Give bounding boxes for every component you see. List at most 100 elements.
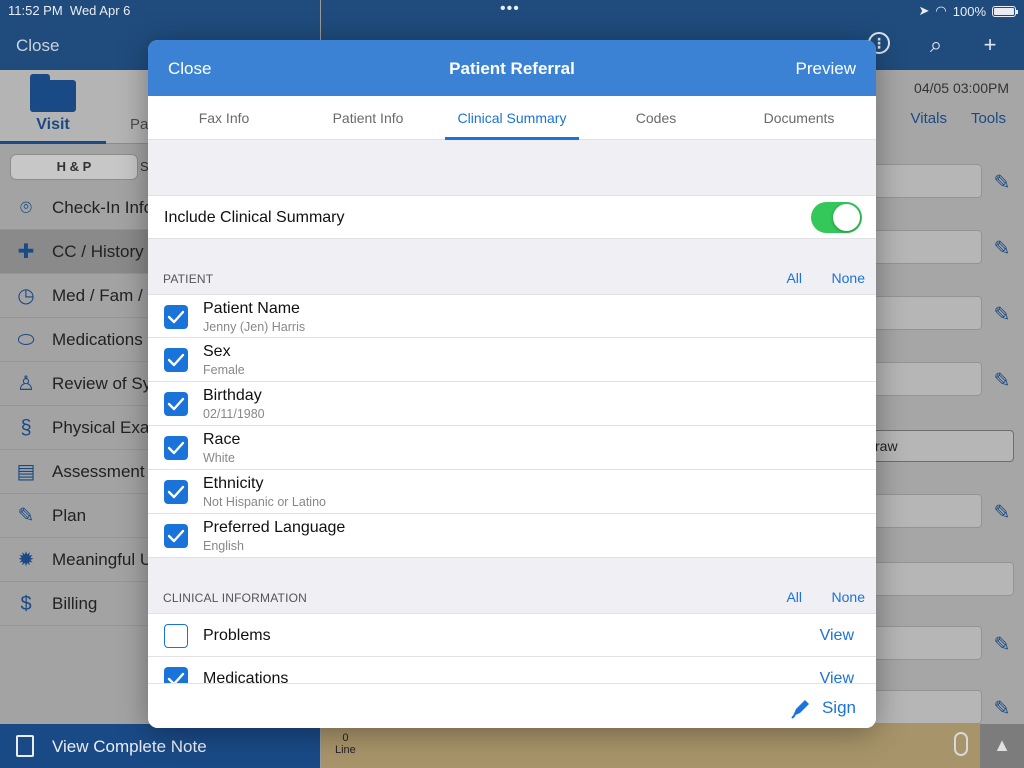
view-link[interactable]: View bbox=[820, 670, 854, 683]
tab-patient-info[interactable]: Patient Info bbox=[301, 96, 435, 140]
include-clinical-summary-row: Include Clinical Summary bbox=[148, 195, 876, 239]
mu-badge-icon: ✹ bbox=[17, 549, 35, 571]
checkbox-checked[interactable] bbox=[164, 305, 188, 329]
note-field[interactable] bbox=[860, 562, 1014, 596]
segment-hp[interactable]: H & P bbox=[10, 154, 138, 180]
pill-icon: ⬭ bbox=[17, 329, 35, 351]
document-icon bbox=[16, 735, 34, 757]
field-name: Preferred Language bbox=[203, 519, 346, 536]
nav-item-label: Review of Sy bbox=[52, 374, 152, 393]
field-name: Race bbox=[203, 431, 241, 448]
pen-icon: ✎ bbox=[17, 505, 35, 527]
pencil-icon[interactable]: ✎ bbox=[990, 236, 1014, 260]
clinical-select-none-button[interactable]: None bbox=[832, 589, 865, 605]
patient-field-row[interactable]: Patient Name Jenny (Jen) Harris bbox=[148, 294, 876, 338]
tab-documents[interactable]: Documents bbox=[732, 96, 866, 140]
pencil-icon[interactable]: ✎ bbox=[990, 368, 1014, 392]
location-icon: ➤ bbox=[918, 3, 930, 18]
checkbox-checked[interactable] bbox=[164, 392, 188, 416]
nav-item-label: Plan bbox=[52, 506, 87, 525]
pencil-icon[interactable]: ✎ bbox=[990, 302, 1014, 326]
add-icon[interactable]: + bbox=[976, 32, 1004, 58]
section-title: CLINICAL INFORMATION bbox=[163, 591, 308, 605]
checkbox-checked[interactable] bbox=[164, 348, 188, 372]
patient-field-row[interactable]: Sex Female bbox=[148, 338, 876, 382]
sign-button[interactable]: Sign bbox=[790, 697, 856, 719]
tab-patient[interactable]: Pa bbox=[130, 116, 148, 133]
patient-field-row[interactable]: Ethnicity Not Hispanic or Latino bbox=[148, 470, 876, 514]
checkbox-checked[interactable] bbox=[164, 436, 188, 460]
vitals-link[interactable]: Vitals bbox=[911, 110, 947, 127]
battery-icon bbox=[992, 5, 1018, 17]
field-value: Female bbox=[203, 363, 245, 377]
bg-close-button[interactable]: Close bbox=[16, 36, 59, 56]
patient-select-all-button[interactable]: All bbox=[786, 270, 802, 286]
patient-field-row[interactable]: Birthday 02/11/1980 bbox=[148, 382, 876, 426]
pencil-icon[interactable]: ✎ bbox=[990, 632, 1014, 656]
note-field[interactable] bbox=[862, 164, 982, 198]
clinical-select-all-button[interactable]: All bbox=[786, 589, 802, 605]
field-name: Ethnicity bbox=[203, 475, 264, 492]
dictation-bar: 0 Line ▲ bbox=[321, 724, 1024, 768]
note-field[interactable] bbox=[862, 494, 982, 528]
nav-item-label: Assessment bbox=[52, 462, 145, 481]
modal-header: Close Patient Referral Preview bbox=[148, 40, 876, 96]
field-value: White bbox=[203, 451, 235, 465]
pencil-icon[interactable]: ✎ bbox=[990, 170, 1014, 194]
nav-item-label: Check-In Info bbox=[52, 198, 154, 217]
dollar-icon: $ bbox=[20, 593, 32, 615]
preview-button[interactable]: Preview bbox=[796, 59, 856, 79]
tools-link[interactable]: Tools bbox=[971, 110, 1006, 127]
tab-fax-info[interactable]: Fax Info bbox=[157, 96, 291, 140]
clinical-item-row[interactable]: Medications View bbox=[148, 657, 876, 683]
wifi-icon: ◠ bbox=[935, 3, 947, 18]
patient-select-none-button[interactable]: None bbox=[832, 270, 865, 286]
checkbox-unchecked[interactable] bbox=[164, 624, 188, 648]
note-field[interactable] bbox=[862, 626, 982, 660]
patient-field-row[interactable]: Preferred Language English bbox=[148, 514, 876, 558]
line-count: 0 bbox=[342, 732, 349, 744]
field-name: Patient Name bbox=[203, 300, 300, 317]
draw-button[interactable]: raw bbox=[854, 430, 1014, 462]
status-time: 11:52 PM bbox=[8, 3, 63, 18]
tab-codes[interactable]: Codes bbox=[589, 96, 723, 140]
search-icon[interactable]: ⌕ bbox=[922, 32, 950, 58]
field-value: Jenny (Jen) Harris bbox=[203, 320, 306, 334]
checkbox-checked[interactable] bbox=[164, 667, 188, 683]
nav-item-label: Med / Fam / S bbox=[52, 286, 159, 305]
checkbox-checked[interactable] bbox=[164, 480, 188, 504]
field-value: Not Hispanic or Latino bbox=[203, 495, 326, 509]
note-field[interactable] bbox=[862, 296, 982, 330]
modal-body[interactable]: Include Clinical Summary PATIENT All Non… bbox=[148, 140, 876, 683]
nav-item-label: Billing bbox=[52, 594, 98, 613]
field-name: Sex bbox=[203, 343, 231, 360]
field-value: English bbox=[203, 539, 244, 553]
view-complete-note-button[interactable]: View Complete Note bbox=[0, 724, 320, 768]
modal-tabs: Fax Info Patient Info Clinical Summary C… bbox=[148, 96, 876, 140]
patient-section-header: PATIENT All None bbox=[148, 239, 876, 294]
view-link[interactable]: View bbox=[820, 627, 854, 645]
multitask-dots-icon[interactable]: ••• bbox=[500, 0, 520, 18]
location-pin-icon: ⌾ bbox=[20, 197, 32, 219]
clinical-item-row[interactable]: Problems View bbox=[148, 613, 876, 657]
checkbox-checked[interactable] bbox=[164, 524, 188, 548]
note-field[interactable] bbox=[862, 230, 982, 264]
field-value: 02/11/1980 bbox=[203, 407, 265, 421]
expand-up-icon[interactable]: ▲ bbox=[980, 724, 1024, 768]
stethoscope-icon: § bbox=[20, 417, 32, 439]
include-clinical-summary-toggle[interactable] bbox=[811, 202, 862, 233]
modal-title: Patient Referral bbox=[449, 59, 575, 78]
note-field[interactable] bbox=[862, 690, 982, 724]
pencil-icon[interactable]: ✎ bbox=[990, 696, 1014, 720]
patient-field-row[interactable]: Race White bbox=[148, 426, 876, 470]
include-clinical-summary-label: Include Clinical Summary bbox=[164, 209, 345, 226]
line-label: Line bbox=[335, 744, 356, 756]
microphone-icon[interactable] bbox=[954, 732, 968, 756]
pencil-icon[interactable]: ✎ bbox=[990, 500, 1014, 524]
tab-clinical-summary[interactable]: Clinical Summary bbox=[445, 96, 579, 140]
tab-visit[interactable]: Visit bbox=[0, 70, 106, 144]
clinical-section-header: CLINICAL INFORMATION All None bbox=[148, 558, 876, 613]
plus-cross-icon: ✚ bbox=[17, 241, 35, 263]
note-field[interactable] bbox=[862, 362, 982, 396]
nav-item-label: CC / History bbox=[52, 242, 144, 261]
